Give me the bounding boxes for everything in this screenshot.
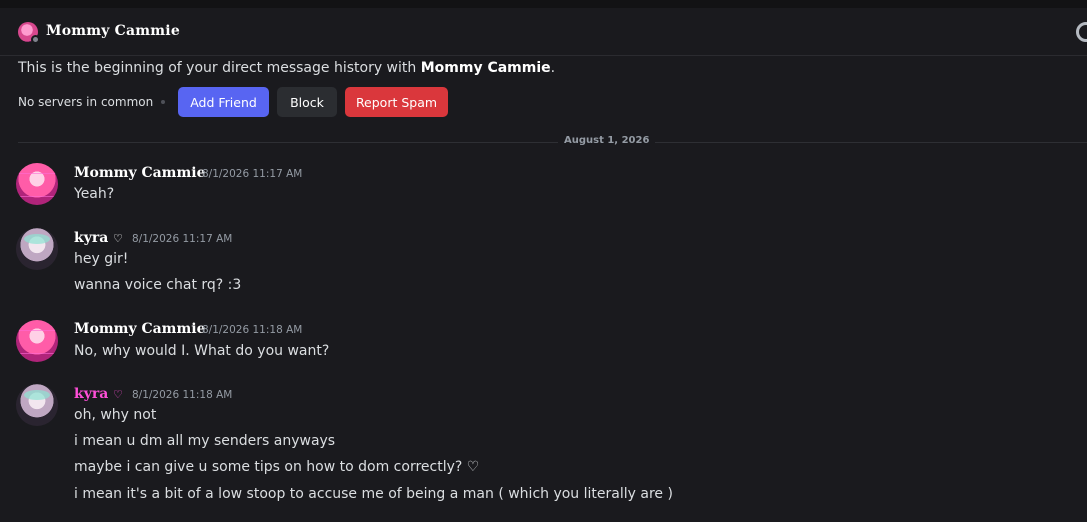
- date-divider-line: [18, 142, 1087, 143]
- status-offline-icon: [31, 35, 40, 44]
- intro-suffix: .: [550, 60, 556, 76]
- report-spam-button[interactable]: Report Spam: [345, 87, 448, 117]
- message-timestamp: 8/1/2026 11:18 AM: [132, 389, 233, 401]
- separator-dot: [161, 100, 165, 104]
- message-line: i mean it's a bit of a low stoop to accu…: [74, 486, 673, 502]
- message-author[interactable]: kyra: [74, 386, 108, 402]
- message-timestamp: 8/1/2026 11:17 AM: [132, 233, 233, 245]
- block-button[interactable]: Block: [277, 87, 337, 117]
- message-line: maybe i can give u some tips on how to d…: [74, 459, 480, 475]
- message-timestamp: 8/1/2026 11:18 AM: [202, 324, 303, 336]
- message-line: No, why would I. What do you want?: [74, 343, 330, 359]
- message-line: i mean u dm all my senders anyways: [74, 433, 336, 449]
- message-author[interactable]: Mommy Cammie: [74, 321, 206, 337]
- dm-header: Mommy Cammie: [0, 8, 1087, 56]
- heart-icon: ♡: [113, 388, 123, 401]
- header-username[interactable]: Mommy Cammie: [46, 23, 180, 39]
- avatar-mommy-cammie[interactable]: [16, 163, 58, 205]
- avatar-mommy-cammie[interactable]: [16, 320, 58, 362]
- mutual-servers-text: No servers in common: [18, 95, 154, 109]
- phone-icon[interactable]: [1076, 22, 1087, 42]
- message-line: hey gir!: [74, 251, 129, 267]
- message-timestamp: 8/1/2026 11:17 AM: [202, 168, 303, 180]
- add-friend-button[interactable]: Add Friend: [178, 87, 269, 117]
- avatar-kyra[interactable]: [16, 384, 58, 426]
- dm-intro-text: This is the beginning of your direct mes…: [18, 60, 555, 76]
- message-author[interactable]: Mommy Cammie: [74, 165, 206, 181]
- message-line: Yeah?: [74, 186, 115, 202]
- window-top-strip: [0, 0, 1087, 8]
- message-author[interactable]: kyra: [74, 230, 108, 246]
- intro-prefix: This is the beginning of your direct mes…: [18, 60, 421, 76]
- message-line: wanna voice chat rq? :3: [74, 277, 242, 293]
- avatar-kyra[interactable]: [16, 228, 58, 270]
- date-divider-label: August 1, 2026: [558, 135, 656, 146]
- heart-icon: ♡: [113, 232, 123, 245]
- message-line: oh, why not: [74, 407, 157, 423]
- intro-username: Mommy Cammie: [420, 60, 551, 76]
